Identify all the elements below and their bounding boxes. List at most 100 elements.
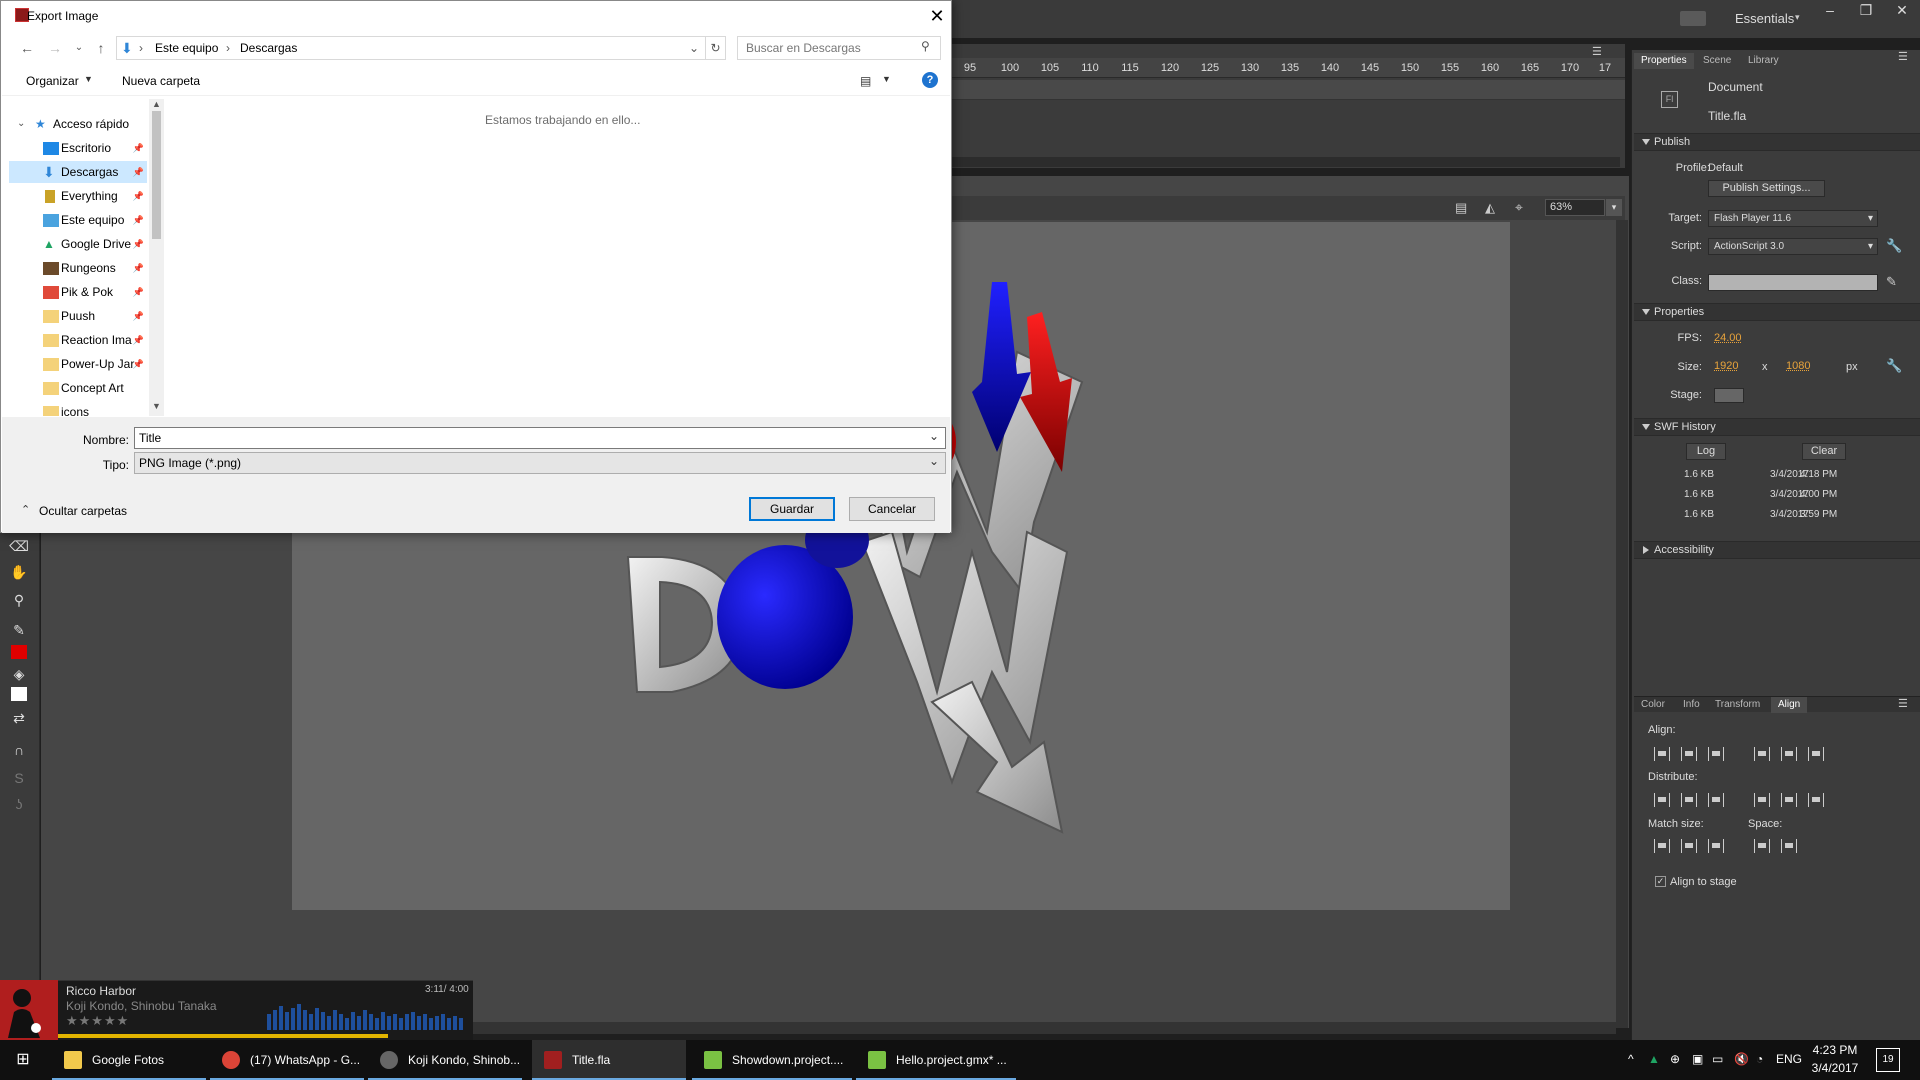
- symbol-icon[interactable]: ◭: [1485, 200, 1495, 216]
- nav-power-up-jar[interactable]: Power-Up Jar 📌: [9, 353, 147, 375]
- nav-everything[interactable]: Everything 📌: [9, 185, 147, 207]
- scroll-down-icon[interactable]: ▼: [152, 401, 161, 411]
- align-right-icon[interactable]: [1708, 747, 1724, 761]
- filetype-select[interactable]: PNG Image (*.png): [134, 451, 946, 474]
- back-arrow-icon[interactable]: ←: [19, 39, 35, 57]
- chevron-right-icon[interactable]: ›: [139, 37, 143, 59]
- chevron-down-icon[interactable]: ⌄: [689, 37, 699, 59]
- accessibility-section-header[interactable]: Accessibility: [1634, 541, 1920, 559]
- task-hello-project[interactable]: Hello.project.gmx* ...: [856, 1040, 1016, 1080]
- pencil-icon[interactable]: ✎: [1886, 274, 1897, 290]
- target-select[interactable]: Flash Player 11.6: [1708, 210, 1878, 227]
- camera-icon[interactable]: ▤: [1455, 200, 1467, 216]
- hide-folders-toggle[interactable]: Ocultar carpetas: [39, 504, 127, 518]
- pin-icon[interactable]: 📌: [133, 353, 144, 375]
- fps-value[interactable]: 24.00: [1714, 332, 1742, 344]
- refresh-icon[interactable]: ↻: [706, 36, 726, 60]
- view-options-icon[interactable]: ▤: [860, 74, 871, 88]
- chevron-up-icon[interactable]: ⌃: [21, 503, 30, 516]
- nav-pik-pok[interactable]: Pik & Pok 📌: [9, 281, 147, 303]
- pin-icon[interactable]: 📌: [133, 257, 144, 279]
- filename-input[interactable]: Title: [134, 426, 946, 449]
- fill-color-icon[interactable]: ◈: [8, 664, 30, 684]
- center-stage-icon[interactable]: ⌖: [1515, 199, 1523, 216]
- distribute-hcenter-icon[interactable]: [1781, 793, 1797, 807]
- distribute-left-icon[interactable]: [1754, 793, 1770, 807]
- align-left-icon[interactable]: [1654, 747, 1670, 761]
- battery-icon[interactable]: ▭: [1712, 1052, 1723, 1066]
- drive-icon[interactable]: ▲: [1648, 1052, 1660, 1066]
- nav-escritorio[interactable]: Escritorio 📌: [9, 137, 147, 159]
- pin-icon[interactable]: 📌: [133, 137, 144, 159]
- breadcrumb-este-equipo[interactable]: Este equipo: [155, 37, 218, 59]
- scrollbar-thumb[interactable]: [152, 111, 161, 239]
- nav-reaction-images[interactable]: Reaction Ima 📌: [9, 329, 147, 351]
- timeline-ruler[interactable]: 95 100 105 110 115 120 125 130 135 140 1…: [950, 58, 1625, 78]
- chat-icon[interactable]: ▣: [1692, 1052, 1703, 1066]
- wifi-icon[interactable]: ◔: [1756, 1052, 1763, 1066]
- file-list-area[interactable]: [165, 99, 951, 416]
- recent-locations-icon[interactable]: ⌄: [71, 39, 87, 57]
- chevron-down-icon[interactable]: ▾: [1795, 12, 1800, 23]
- timeline-layer-track[interactable]: [950, 80, 1625, 100]
- nav-concept-art[interactable]: Concept Art: [9, 377, 147, 399]
- nav-este-equipo[interactable]: Este equipo 📌: [9, 209, 147, 231]
- nav-descargas[interactable]: ⬇ Descargas 📌: [9, 161, 147, 183]
- stroke-color-icon[interactable]: ✎: [8, 620, 30, 640]
- volume-muted-icon[interactable]: 🔇: [1734, 1052, 1749, 1066]
- align-center-h-icon[interactable]: [1681, 747, 1697, 761]
- save-button[interactable]: Guardar: [749, 497, 835, 521]
- pin-icon[interactable]: 📌: [133, 281, 144, 303]
- notifications-icon[interactable]: 19: [1876, 1048, 1900, 1072]
- zoom-icon[interactable]: ⚲: [8, 590, 30, 610]
- close-icon[interactable]: ✕: [1884, 0, 1920, 20]
- space-vertical-icon[interactable]: [1754, 839, 1770, 853]
- tab-align[interactable]: Align: [1771, 697, 1808, 713]
- nav-icons[interactable]: icons: [9, 401, 147, 416]
- nav-google-drive[interactable]: ▲ Google Drive 📌: [9, 233, 147, 255]
- smooth-icon[interactable]: S: [8, 768, 30, 788]
- show-hidden-icons[interactable]: ^: [1628, 1052, 1634, 1066]
- task-flash[interactable]: Title.fla: [532, 1040, 686, 1080]
- distribute-center-icon[interactable]: [1681, 793, 1697, 807]
- panel-menu-icon[interactable]: ☰: [1898, 697, 1908, 710]
- panel-menu-icon[interactable]: ☰: [1898, 50, 1908, 63]
- task-google-fotos[interactable]: Google Fotos: [52, 1040, 206, 1080]
- align-middle-v-icon[interactable]: [1781, 747, 1797, 761]
- publish-settings-button[interactable]: Publish Settings...: [1708, 180, 1825, 197]
- sync-settings-icon[interactable]: [1680, 11, 1706, 26]
- log-button[interactable]: Log: [1686, 443, 1726, 460]
- class-input[interactable]: [1708, 274, 1878, 291]
- width-value[interactable]: 1920: [1714, 360, 1738, 372]
- panel-menu-icon[interactable]: ☰: [1592, 45, 1602, 58]
- align-bottom-icon[interactable]: [1808, 747, 1824, 761]
- windows-start-icon[interactable]: ⊞: [0, 1040, 46, 1080]
- pin-icon[interactable]: 📌: [133, 161, 144, 183]
- distribute-top-icon[interactable]: [1654, 793, 1670, 807]
- distribute-right-icon[interactable]: [1808, 793, 1824, 807]
- clock-date[interactable]: 3/4/2017: [1810, 1061, 1860, 1075]
- publish-section-header[interactable]: Publish: [1634, 133, 1920, 151]
- align-to-stage-checkbox[interactable]: ✓: [1655, 876, 1666, 887]
- forward-arrow-icon[interactable]: →: [47, 39, 63, 57]
- clock-time[interactable]: 4:23 PM: [1810, 1043, 1860, 1057]
- chevron-down-icon[interactable]: ⌄: [17, 113, 25, 135]
- breadcrumb-descargas[interactable]: Descargas: [240, 37, 297, 59]
- tab-scene[interactable]: Scene: [1696, 53, 1738, 69]
- search-icon[interactable]: ⚲: [921, 39, 930, 53]
- new-folder-button[interactable]: Nueva carpeta: [122, 74, 200, 88]
- match-both-icon[interactable]: [1708, 839, 1724, 853]
- wrench-icon[interactable]: 🔧: [1886, 358, 1902, 374]
- pin-icon[interactable]: 📌: [133, 233, 144, 255]
- organize-button[interactable]: Organizar: [26, 74, 79, 88]
- swf-history-section-header[interactable]: SWF History: [1634, 418, 1920, 436]
- fill-swatch[interactable]: [8, 684, 30, 704]
- language-indicator[interactable]: ENG: [1776, 1052, 1802, 1066]
- align-top-icon[interactable]: [1754, 747, 1770, 761]
- hand-icon[interactable]: ✋: [8, 562, 30, 582]
- tab-library[interactable]: Library: [1741, 53, 1786, 69]
- playback-progress-bar[interactable]: [58, 1034, 388, 1038]
- snap-magnet-icon[interactable]: ∩: [8, 740, 30, 760]
- address-bar[interactable]: ⬇ › Este equipo › Descargas ⌄: [116, 36, 706, 60]
- pin-icon[interactable]: 📌: [133, 305, 144, 327]
